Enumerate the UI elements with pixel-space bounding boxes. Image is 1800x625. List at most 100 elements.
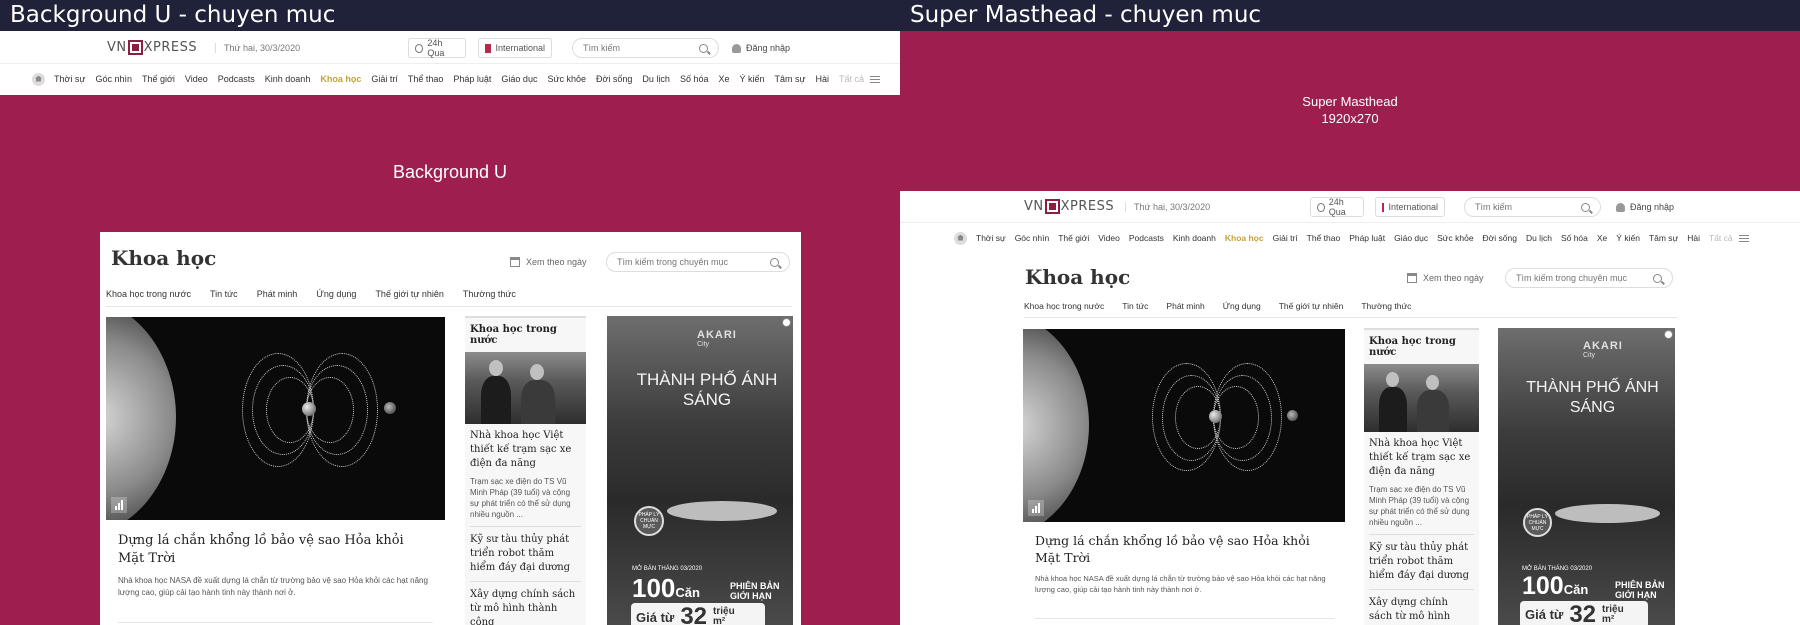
- person-head: [489, 360, 503, 376]
- by-date-button[interactable]: Xem theo ngày: [510, 257, 587, 267]
- nav-item[interactable]: Video: [1098, 233, 1120, 243]
- ad-banner[interactable]: AKARI City THÀNH PHỐ ÁNH SÁNG PHÁP LÝ CHU…: [1498, 328, 1675, 625]
- nav-item[interactable]: Pháp luật: [1349, 233, 1385, 243]
- nav-item[interactable]: Thời sự: [976, 233, 1006, 243]
- nav-item[interactable]: Giải trí: [371, 74, 398, 84]
- search-icon[interactable]: [1581, 202, 1590, 212]
- menu-icon[interactable]: [1738, 234, 1749, 242]
- nav-item-active[interactable]: Khoa học: [320, 74, 361, 84]
- international-button[interactable]: International: [1375, 197, 1445, 217]
- nav-item[interactable]: Sức khỏe: [1437, 233, 1473, 243]
- sidebar-heading[interactable]: Khoa học trong nước: [1364, 330, 1479, 364]
- nav-item[interactable]: Podcasts: [218, 74, 255, 84]
- hero-image[interactable]: [1023, 329, 1345, 522]
- nav-item[interactable]: Đời sống: [1483, 233, 1517, 243]
- sidebar-article-title[interactable]: Xây dựng chính sách từ mô hình thành côn…: [1364, 596, 1479, 625]
- subnav-item[interactable]: Phát minh: [257, 289, 298, 299]
- nav-item[interactable]: Giáo dục: [501, 74, 537, 84]
- divider: [1369, 589, 1474, 590]
- nav-item[interactable]: Thể thao: [1307, 233, 1341, 243]
- ad-banner[interactable]: AKARI City THÀNH PHỐ ÁNH SÁNG PHÁP LÝ CHU…: [607, 316, 793, 625]
- main-nav: Thời sự Góc nhìn Thế giới Video Podcasts…: [0, 64, 900, 94]
- nav-item[interactable]: Ý kiến: [1616, 233, 1640, 243]
- nav-item[interactable]: Kinh doanh: [265, 74, 311, 84]
- logo-mark-icon: [127, 40, 143, 55]
- header-search-input[interactable]: Tìm kiếm: [1464, 197, 1601, 217]
- news24-button[interactable]: 24h Qua: [1310, 197, 1364, 217]
- header-search-input[interactable]: Tìm kiếm: [572, 38, 719, 58]
- nav-all[interactable]: Tất cả: [1709, 233, 1733, 243]
- panel-title-right: Super Masthead - chuyen muc: [900, 0, 1800, 31]
- sidebar-article-title[interactable]: Kỹ sư tàu thủy phát triển robot thăm hiể…: [1364, 541, 1479, 583]
- hero-headline[interactable]: Dựng lá chắn khổng lồ bảo vệ sao Hỏa khỏ…: [1035, 532, 1335, 566]
- nav-item[interactable]: Video: [185, 74, 208, 84]
- search-icon[interactable]: [770, 257, 779, 267]
- subnav-item[interactable]: Thế giới tự nhiên: [1279, 301, 1344, 311]
- nav-item[interactable]: Số hóa: [1561, 233, 1588, 243]
- nav-item[interactable]: Hài: [816, 74, 830, 84]
- home-icon[interactable]: [32, 72, 45, 86]
- login-button[interactable]: Đăng nhập: [1616, 202, 1674, 212]
- nav-item[interactable]: Thế giới: [142, 74, 175, 84]
- panel-title-left: Background U - chuyen muc: [0, 0, 900, 31]
- nav-item[interactable]: Góc nhìn: [1015, 233, 1050, 243]
- subnav-item[interactable]: Thế giới tự nhiên: [375, 289, 443, 299]
- search-icon[interactable]: [1653, 273, 1662, 283]
- menu-icon[interactable]: [870, 75, 881, 83]
- hero-headline[interactable]: Dựng lá chắn khổng lồ bảo vệ sao Hỏa khỏ…: [118, 532, 433, 568]
- logo[interactable]: VN XPRESS: [1024, 199, 1114, 214]
- calendar-icon: [510, 257, 520, 267]
- sidebar-image[interactable]: [1364, 364, 1479, 432]
- nav-item[interactable]: Thể thao: [408, 74, 444, 84]
- nav-item[interactable]: Tâm sự: [1649, 233, 1678, 243]
- international-button[interactable]: International: [478, 38, 552, 58]
- nav-item[interactable]: Pháp luật: [453, 74, 491, 84]
- sidebar-article-title[interactable]: Xây dựng chính sách từ mô hình thành côn…: [465, 588, 586, 625]
- nav-item[interactable]: Kinh doanh: [1173, 233, 1216, 243]
- nav-item[interactable]: Giáo dục: [1394, 233, 1428, 243]
- hero-image[interactable]: [106, 317, 445, 520]
- ad-info-icon[interactable]: [1664, 330, 1673, 339]
- nav-item[interactable]: Du lịch: [1526, 233, 1552, 243]
- nav-item[interactable]: Thế giới: [1058, 233, 1089, 243]
- logo[interactable]: VN XPRESS: [107, 40, 197, 55]
- subnav-item[interactable]: Phát minh: [1166, 301, 1204, 311]
- sidebar-image[interactable]: [465, 352, 586, 424]
- subnav-item[interactable]: Ứng dụng: [316, 289, 356, 299]
- nav-item[interactable]: Số hóa: [680, 74, 709, 84]
- nav-item-active[interactable]: Khoa học: [1225, 233, 1264, 243]
- category-search-input[interactable]: Tìm kiếm trong chuyên mục: [1505, 268, 1673, 288]
- news24-button[interactable]: 24h Qua: [408, 38, 466, 58]
- search-icon[interactable]: [699, 43, 708, 53]
- sidebar-article-title[interactable]: Nhà khoa học Việt thiết kế trạm sạc xe đ…: [465, 429, 586, 471]
- nav-item[interactable]: Đời sống: [596, 74, 632, 84]
- home-icon[interactable]: [954, 231, 967, 245]
- subnav-item[interactable]: Khoa học trong nước: [1024, 301, 1104, 311]
- subnav-item[interactable]: Thường thức: [1361, 301, 1411, 311]
- sidebar-article-title[interactable]: Kỹ sư tàu thủy phát triển robot thăm hiể…: [465, 533, 586, 575]
- subnav-item[interactable]: Tin tức: [1122, 301, 1148, 311]
- nav-item[interactable]: Góc nhìn: [95, 74, 132, 84]
- nav-item[interactable]: Xe: [1597, 233, 1607, 243]
- sidebar-article-title[interactable]: Nhà khoa học Việt thiết kế trạm sạc xe đ…: [1364, 437, 1479, 479]
- ad-info-icon[interactable]: [782, 318, 791, 327]
- nav-item[interactable]: Giải trí: [1273, 233, 1298, 243]
- nav-item[interactable]: Thời sự: [54, 74, 85, 84]
- nav-item[interactable]: Xe: [718, 74, 729, 84]
- nav-item[interactable]: Tâm sự: [775, 74, 806, 84]
- sidebar-heading[interactable]: Khoa học trong nước: [465, 318, 586, 352]
- subnav-item[interactable]: Tin tức: [210, 289, 238, 299]
- subnav-item[interactable]: Ứng dụng: [1223, 301, 1261, 311]
- subnav-item[interactable]: Thường thức: [463, 289, 516, 299]
- nav-all[interactable]: Tất cả: [839, 74, 864, 84]
- nav-item[interactable]: Ý kiến: [739, 74, 764, 84]
- ad-price: Giá từ 32 triệu m²: [631, 603, 765, 625]
- nav-item[interactable]: Du lịch: [642, 74, 670, 84]
- login-button[interactable]: Đăng nhập: [732, 43, 790, 53]
- nav-item[interactable]: Sức khỏe: [547, 74, 586, 84]
- nav-item[interactable]: Podcasts: [1129, 233, 1164, 243]
- subnav-item[interactable]: Khoa học trong nước: [106, 289, 191, 299]
- by-date-button[interactable]: Xem theo ngày: [1407, 273, 1484, 283]
- nav-item[interactable]: Hài: [1687, 233, 1700, 243]
- category-search-input[interactable]: Tìm kiếm trong chuyên mục: [606, 252, 790, 272]
